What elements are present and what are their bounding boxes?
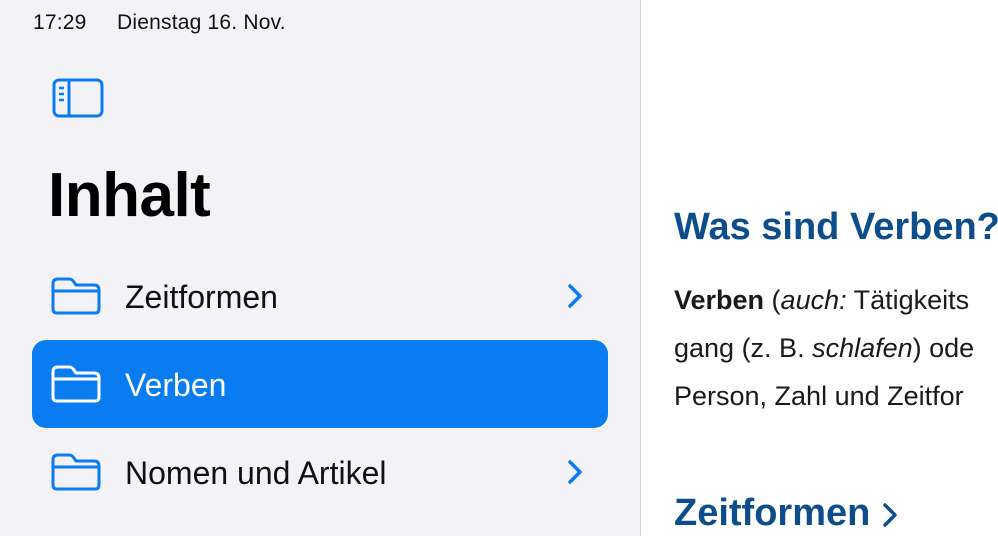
term-italic: schlafen xyxy=(812,333,913,363)
sidebar-item-label: Zeitformen xyxy=(125,279,278,315)
chevron-right-icon xyxy=(568,460,582,484)
chevron-right-icon xyxy=(883,503,898,527)
paragraph-text: gang (z. B. xyxy=(674,333,813,363)
term-italic: auch: xyxy=(780,285,847,315)
paragraph-line: Verben (auch: Tätigkeits xyxy=(674,276,998,324)
paragraph-line: Person, Zahl und Zeitfor xyxy=(674,372,998,420)
zeitformen-link[interactable]: Zeitformen xyxy=(674,492,898,535)
sidebar-item-label: Verben xyxy=(125,367,227,403)
paragraph-text: ) ode xyxy=(912,333,975,363)
page-title: Inhalt xyxy=(48,161,211,230)
chevron-right-icon xyxy=(568,284,582,308)
folder-icon xyxy=(51,277,101,315)
sidebar-toggle-icon[interactable] xyxy=(52,78,104,118)
link-label: Zeitformen xyxy=(674,492,871,534)
sidebar-item-nomen-und-artikel[interactable]: Nomen und Artikel xyxy=(32,428,608,516)
status-date: Dienstag 16. Nov. xyxy=(117,11,286,34)
content-paragraph: Verben (auch: Tätigkeits gang (z. B. sch… xyxy=(674,276,998,420)
sidebar-item-label: Nomen und Artikel xyxy=(125,455,387,491)
paragraph-line: gang (z. B. schlafen) ode xyxy=(674,324,998,372)
folder-icon xyxy=(51,365,101,403)
status-time: 17:29 xyxy=(33,11,87,34)
paragraph-text: Tätigkeits xyxy=(846,285,970,315)
sidebar-item-zeitformen[interactable]: Zeitformen xyxy=(32,252,608,340)
sidebar: 17:29 Dienstag 16. Nov. Inhalt Zeitforme… xyxy=(0,0,640,536)
content-heading: Was sind Verben? xyxy=(674,206,998,248)
folder-icon xyxy=(51,453,101,491)
paragraph-text: Person, Zahl und Zeitfor xyxy=(674,381,964,411)
split-divider[interactable] xyxy=(640,0,641,536)
paragraph-text: ( xyxy=(764,285,781,315)
term-bold: Verben xyxy=(674,285,765,315)
sidebar-item-verben[interactable]: Verben xyxy=(32,340,608,428)
